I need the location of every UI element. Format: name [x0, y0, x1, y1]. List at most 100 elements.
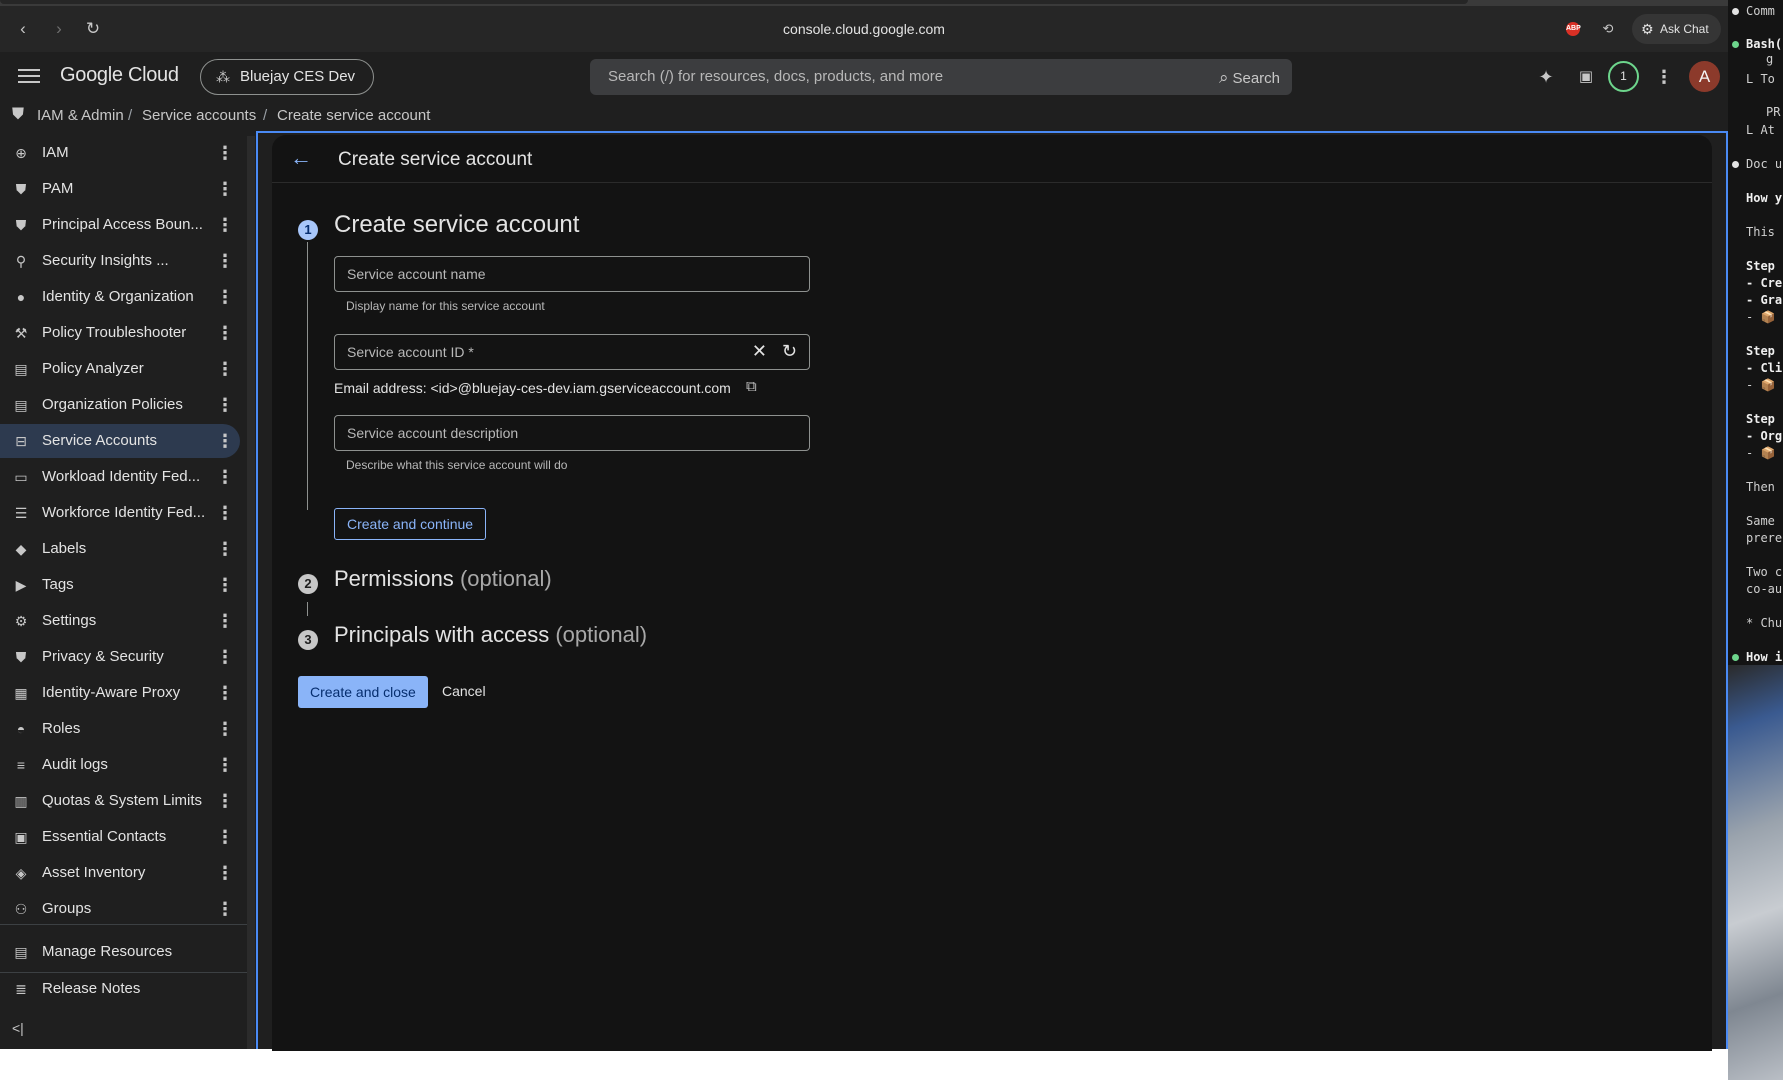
- sidebar-item[interactable]: ⚒ Policy Troubleshooter ⋮: [0, 316, 240, 350]
- more-vert-icon[interactable]: ⋮: [216, 862, 234, 884]
- avatar[interactable]: A: [1689, 61, 1720, 92]
- sidebar-item[interactable]: ● Identity & Organization ⋮: [0, 280, 240, 314]
- project-picker[interactable]: ⁂ Bluejay CES Dev: [200, 59, 375, 95]
- search-placeholder: Search (/) for resources, docs, products…: [608, 68, 944, 85]
- quota-icon: ▥: [14, 793, 28, 809]
- terminal-line: How i: [1746, 650, 1783, 664]
- cloud-shell-icon[interactable]: ▣: [1572, 63, 1600, 91]
- terminal-line: - Org: [1746, 429, 1783, 443]
- extension-sync-icon[interactable]: ⟲: [1598, 19, 1618, 39]
- sidebar-item-label: Asset Inventory: [42, 864, 146, 881]
- step-3-title[interactable]: Principals with access (optional): [334, 622, 647, 648]
- more-vert-icon[interactable]: ⋮: [216, 142, 234, 164]
- sidebar-item[interactable]: ◓ Roles ⋮: [0, 712, 240, 746]
- sidebar-item-release-notes[interactable]: ≣ Release Notes: [0, 972, 240, 1006]
- search-button-label: Search: [1232, 70, 1280, 87]
- sidebar-item[interactable]: ⊟ Service Accounts ⋮: [0, 424, 240, 458]
- sidebar-item[interactable]: ▣ Essential Contacts ⋮: [0, 820, 240, 854]
- active-tab[interactable]: [0, 0, 1468, 4]
- service-account-id-input[interactable]: Service account ID * ✕ ↻: [334, 334, 810, 370]
- service-account-description-input[interactable]: Service account description: [334, 415, 810, 451]
- sidebar-item[interactable]: ⛊ PAM ⋮: [0, 172, 240, 206]
- ask-chat-button[interactable]: ⚙ Ask Chat: [1632, 14, 1721, 44]
- step-1-indicator: 1: [298, 220, 318, 240]
- more-vert-icon[interactable]: ⋮: [216, 502, 234, 524]
- sidebar-item[interactable]: ◈ Asset Inventory ⋮: [0, 856, 240, 890]
- more-vert-icon[interactable]: ⋮: [216, 898, 234, 920]
- service-account-name-input[interactable]: Service account name: [334, 256, 810, 292]
- sidebar-item-label: Release Notes: [42, 980, 141, 997]
- terminal-line: Same: [1746, 514, 1775, 528]
- back-arrow-icon[interactable]: ←: [290, 145, 312, 171]
- breadcrumb-iam-admin[interactable]: IAM & Admin: [37, 107, 124, 124]
- menu-icon[interactable]: [18, 66, 40, 88]
- gemini-sparkle-icon[interactable]: ✦: [1532, 63, 1560, 91]
- terminal-status-dot: [1732, 161, 1739, 168]
- sidebar-item[interactable]: ▦ Identity-Aware Proxy ⋮: [0, 676, 240, 710]
- search-bar[interactable]: Search (/) for resources, docs, products…: [590, 59, 1292, 95]
- sidebar-item[interactable]: ▶ Tags ⋮: [0, 568, 240, 602]
- notifications-badge[interactable]: 1: [1608, 61, 1639, 92]
- terminal-line: L To: [1746, 72, 1775, 86]
- more-vert-icon[interactable]: ⋮: [1650, 63, 1678, 91]
- sidebar-item-label: Policy Troubleshooter: [42, 324, 187, 341]
- more-vert-icon[interactable]: ⋮: [216, 394, 234, 416]
- search-button[interactable]: ⌕ Search: [1219, 68, 1280, 88]
- more-vert-icon[interactable]: ⋮: [216, 682, 234, 704]
- clear-icon[interactable]: ✕: [752, 341, 767, 362]
- more-vert-icon[interactable]: ⋮: [216, 646, 234, 668]
- cancel-button[interactable]: Cancel: [442, 683, 486, 699]
- more-vert-icon[interactable]: ⋮: [216, 718, 234, 740]
- sidebar-item-label: Essential Contacts: [42, 828, 167, 845]
- step-2-title[interactable]: Permissions (optional): [334, 566, 552, 592]
- sidebar-item[interactable]: ⛊ Principal Access Boun... ⋮: [0, 208, 240, 242]
- person-search-icon: ⚲: [15, 253, 27, 269]
- more-vert-icon[interactable]: ⋮: [216, 574, 234, 596]
- create-and-close-button[interactable]: Create and close: [298, 676, 428, 708]
- notes-icon: ≣: [15, 981, 27, 997]
- more-vert-icon[interactable]: ⋮: [216, 610, 234, 632]
- sidebar-item-label: Security Insights ...: [42, 252, 169, 269]
- google-cloud-logo[interactable]: Google Cloud: [60, 64, 179, 87]
- sidebar-item[interactable]: ▭ Workload Identity Fed... ⋮: [0, 460, 240, 494]
- more-vert-icon[interactable]: ⋮: [216, 826, 234, 848]
- more-vert-icon[interactable]: ⋮: [216, 430, 234, 452]
- sidebar-item[interactable]: ⊕ IAM ⋮: [0, 136, 240, 170]
- sidebar-item[interactable]: ⚙ Settings ⋮: [0, 604, 240, 638]
- more-vert-icon[interactable]: ⋮: [216, 250, 234, 272]
- more-vert-icon[interactable]: ⋮: [216, 358, 234, 380]
- step-3-label: Principals with access: [334, 622, 550, 647]
- more-vert-icon[interactable]: ⋮: [216, 790, 234, 812]
- more-vert-icon[interactable]: ⋮: [216, 214, 234, 236]
- sidebar-item[interactable]: ⚲ Security Insights ... ⋮: [0, 244, 240, 278]
- more-vert-icon[interactable]: ⋮: [216, 754, 234, 776]
- url-text[interactable]: console.cloud.google.com: [0, 21, 1728, 37]
- sidebar-item[interactable]: ⛊ Privacy & Security ⋮: [0, 640, 240, 674]
- sidebar-item[interactable]: ▥ Quotas & System Limits ⋮: [0, 784, 240, 818]
- sidebar-item[interactable]: ▤ Organization Policies ⋮: [0, 388, 240, 422]
- terminal-status-dot: [1732, 654, 1739, 661]
- sidebar-scrollbar[interactable]: [247, 136, 255, 1049]
- contacts-icon: ▣: [14, 829, 28, 845]
- sidebar-item-label: Privacy & Security: [42, 648, 164, 665]
- more-vert-icon[interactable]: ⋮: [216, 178, 234, 200]
- more-vert-icon[interactable]: ⋮: [216, 286, 234, 308]
- refresh-icon[interactable]: ↻: [782, 341, 797, 362]
- more-vert-icon[interactable]: ⋮: [216, 466, 234, 488]
- adblock-extension-icon[interactable]: ABP: [1566, 22, 1581, 36]
- sidebar-item-manage-resources[interactable]: ▤ Manage Resources: [0, 935, 240, 969]
- terminal-line: Step: [1746, 412, 1775, 426]
- sidebar-item[interactable]: ☰ Workforce Identity Fed... ⋮: [0, 496, 240, 530]
- sidebar-item-label: Workforce Identity Fed...: [42, 504, 206, 521]
- sidebar-item[interactable]: ⚇ Groups ⋮: [0, 892, 240, 926]
- sidebar-item[interactable]: ▤ Policy Analyzer ⋮: [0, 352, 240, 386]
- collapse-sidebar-icon[interactable]: <|: [12, 1020, 24, 1036]
- sidebar-item[interactable]: ◆ Labels ⋮: [0, 532, 240, 566]
- sidebar-item[interactable]: ≡ Audit logs ⋮: [0, 748, 240, 782]
- copy-icon[interactable]: ⧉: [746, 378, 757, 395]
- breadcrumb-service-accounts[interactable]: Service accounts: [142, 107, 256, 124]
- more-vert-icon[interactable]: ⋮: [216, 322, 234, 344]
- create-and-continue-button[interactable]: Create and continue: [334, 508, 487, 540]
- list-icon: ☰: [14, 505, 28, 521]
- more-vert-icon[interactable]: ⋮: [216, 538, 234, 560]
